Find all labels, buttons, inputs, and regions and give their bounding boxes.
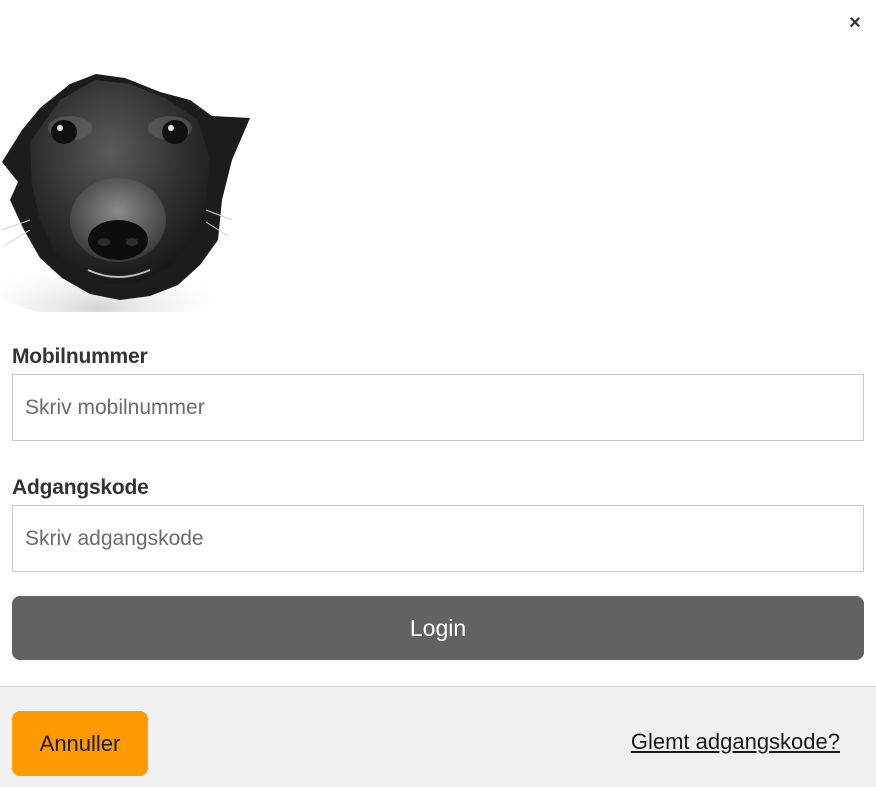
forgot-password-link[interactable]: Glemt adgangskode? bbox=[631, 729, 840, 755]
password-input[interactable] bbox=[12, 505, 864, 572]
password-label: Adgangskode bbox=[12, 476, 149, 499]
phone-input[interactable] bbox=[12, 374, 864, 441]
login-form: Mobilnummer Adgangskode Login bbox=[12, 340, 864, 660]
dog-photo bbox=[0, 74, 250, 312]
dialog-footer: Annuller Glemt adgangskode? bbox=[0, 686, 876, 787]
phone-label: Mobilnummer bbox=[12, 345, 148, 368]
login-button[interactable]: Login bbox=[12, 596, 864, 660]
close-icon[interactable]: × bbox=[842, 10, 868, 36]
cancel-button[interactable]: Annuller bbox=[12, 711, 148, 776]
login-dialog: × Mobilnummer Skriv mobilnummer Adgangsk… bbox=[0, 0, 876, 787]
